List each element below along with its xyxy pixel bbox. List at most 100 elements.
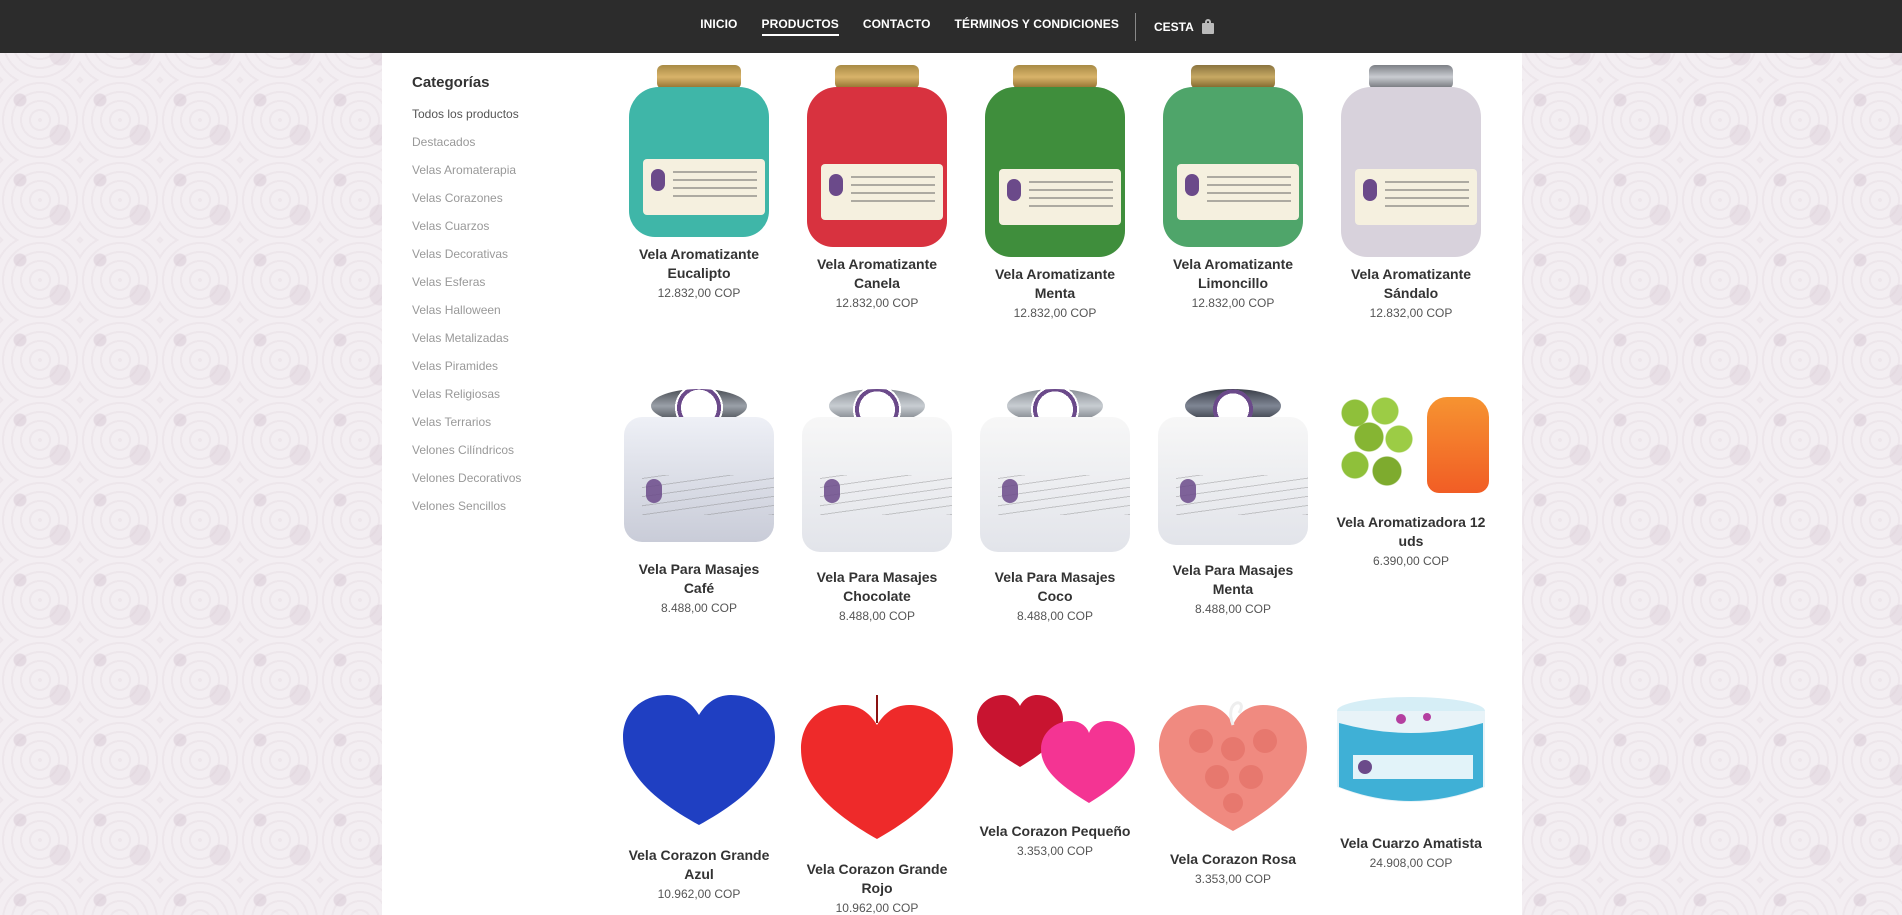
- category-item[interactable]: Velones Sencillos: [412, 497, 582, 525]
- nav-productos[interactable]: PRODUCTOS: [761, 17, 839, 36]
- product-color: [985, 87, 1125, 257]
- cuarzo-amatista-image: [1337, 697, 1485, 802]
- product-color: [807, 87, 947, 247]
- main-nav: INICIO PRODUCTOS CONTACTO TÉRMINOS Y CON…: [688, 0, 1214, 53]
- product-name[interactable]: Vela Corazon Grande Rojo: [788, 860, 966, 898]
- product-card[interactable]: Vela Para Masajes Café 8.488,00 COP: [610, 389, 788, 615]
- sidebar-title: Categorías: [412, 74, 490, 91]
- bag-icon: [1201, 19, 1214, 34]
- product-card[interactable]: Vela Para Masajes Coco 8.488,00 COP: [966, 389, 1144, 623]
- product-image[interactable]: [610, 389, 788, 542]
- product-price: 8.488,00 COP: [660, 601, 738, 615]
- content-panel: Categorías Todos los productos Destacado…: [382, 53, 1522, 915]
- product-card[interactable]: Vela Corazon Pequeño 3.353,00 COP: [966, 693, 1144, 858]
- product-price: 10.962,00 COP: [657, 887, 741, 901]
- product-name[interactable]: Vela Corazon Rosa: [1144, 850, 1322, 869]
- product-image[interactable]: [1144, 693, 1322, 838]
- product-name[interactable]: Vela Para Masajes Menta: [1144, 561, 1322, 599]
- product-color: [624, 417, 774, 542]
- product-image[interactable]: [1322, 693, 1500, 822]
- product-card[interactable]: Vela Aromatizante Menta 12.832,00 COP: [966, 65, 1144, 320]
- product-price: 6.390,00 COP: [1372, 554, 1450, 568]
- product-name[interactable]: Vela Para Masajes Café: [610, 560, 788, 598]
- product-card[interactable]: Vela Cuarzo Amatista 24.908,00 COP: [1322, 693, 1500, 870]
- product-price: 10.962,00 COP: [835, 901, 919, 915]
- product-name[interactable]: Vela Aromatizadora 12 uds: [1322, 513, 1500, 551]
- product-name[interactable]: Vela Aromatizante Eucalipto: [610, 245, 788, 283]
- product-name[interactable]: Vela Para Masajes Chocolate: [788, 568, 966, 606]
- product-name[interactable]: Vela Aromatizante Sándalo: [1322, 265, 1500, 303]
- product-color: [1163, 87, 1303, 247]
- product-card[interactable]: Vela Corazon Grande Rojo 10.962,00 COP: [788, 693, 966, 915]
- product-card[interactable]: Vela Aromatizante Sándalo 12.832,00 COP: [1322, 65, 1500, 320]
- product-card[interactable]: Vela Para Masajes Chocolate 8.488,00 COP: [788, 389, 966, 623]
- product-color: [802, 417, 952, 552]
- product-name[interactable]: Vela Para Masajes Coco: [966, 568, 1144, 606]
- product-image[interactable]: [788, 693, 966, 848]
- category-list: Todos los productos Destacados Velas Aro…: [412, 105, 582, 525]
- product-image[interactable]: [629, 65, 769, 237]
- product-name[interactable]: Vela Corazon Pequeño: [966, 822, 1144, 841]
- product-name[interactable]: Vela Corazon Grande Azul: [610, 846, 788, 884]
- product-name[interactable]: Vela Aromatizante Canela: [788, 255, 966, 293]
- category-item[interactable]: Velas Esferas: [412, 273, 582, 301]
- product-price: 12.832,00 COP: [657, 286, 741, 300]
- product-color: [980, 417, 1130, 552]
- product-color: [1158, 417, 1308, 545]
- heart-rose-image: [1159, 701, 1307, 831]
- product-price: 12.832,00 COP: [1191, 296, 1275, 310]
- product-image[interactable]: [966, 693, 1144, 810]
- product-name[interactable]: Vela Aromatizante Menta: [966, 265, 1144, 303]
- product-image[interactable]: [1341, 65, 1481, 257]
- product-price: 12.832,00 COP: [835, 296, 919, 310]
- product-price: 8.488,00 COP: [838, 609, 916, 623]
- nav-inicio[interactable]: INICIO: [700, 17, 737, 36]
- top-navbar: INICIO PRODUCTOS CONTACTO TÉRMINOS Y CON…: [0, 0, 1902, 53]
- nav-contacto[interactable]: CONTACTO: [863, 17, 931, 36]
- product-image[interactable]: [1144, 389, 1322, 545]
- category-item[interactable]: Todos los productos: [412, 105, 582, 133]
- nav-terminos[interactable]: TÉRMINOS Y CONDICIONES: [955, 17, 1119, 36]
- category-item[interactable]: Velones Decorativos: [412, 469, 582, 497]
- category-item[interactable]: Velas Aromaterapia: [412, 161, 582, 189]
- heart-blue-image: [623, 695, 775, 825]
- category-item[interactable]: Velas Religiosas: [412, 385, 582, 413]
- cart-button[interactable]: CESTA: [1154, 19, 1214, 34]
- category-item[interactable]: Velas Cuarzos: [412, 217, 582, 245]
- category-item[interactable]: Velones Cilíndricos: [412, 441, 582, 469]
- product-price: 3.353,00 COP: [1016, 844, 1094, 858]
- heart-small-image: [977, 695, 1135, 803]
- category-item[interactable]: Velas Metalizadas: [412, 329, 582, 357]
- nav-divider: [1135, 12, 1136, 41]
- product-card[interactable]: Vela Corazon Grande Azul 10.962,00 COP: [610, 693, 788, 901]
- category-item[interactable]: Velas Terrarios: [412, 413, 582, 441]
- category-item[interactable]: Velas Decorativas: [412, 245, 582, 273]
- product-card[interactable]: Vela Corazon Rosa 3.353,00 COP: [1144, 693, 1322, 886]
- product-name[interactable]: Vela Cuarzo Amatista: [1322, 834, 1500, 853]
- product-image[interactable]: [610, 693, 788, 834]
- product-image[interactable]: [1331, 389, 1491, 501]
- product-image[interactable]: [788, 389, 966, 552]
- product-image[interactable]: [985, 65, 1125, 257]
- product-image[interactable]: [1163, 65, 1303, 247]
- category-item[interactable]: Velas Piramides: [412, 357, 582, 385]
- product-price: 12.832,00 COP: [1013, 306, 1097, 320]
- category-item[interactable]: Destacados: [412, 133, 582, 161]
- product-image[interactable]: [966, 389, 1144, 552]
- category-item[interactable]: Velas Corazones: [412, 189, 582, 217]
- product-price: 3.353,00 COP: [1194, 872, 1272, 886]
- product-name[interactable]: Vela Aromatizante Limoncillo: [1144, 255, 1322, 293]
- cart-label: CESTA: [1154, 19, 1194, 34]
- product-color: [1341, 87, 1481, 257]
- product-card[interactable]: Vela Aromatizante Limoncillo 12.832,00 C…: [1144, 65, 1322, 310]
- product-image[interactable]: [807, 65, 947, 247]
- product-price: 24.908,00 COP: [1369, 856, 1453, 870]
- product-card[interactable]: Vela Aromatizante Eucalipto 12.832,00 CO…: [610, 65, 788, 300]
- product-color: [629, 87, 769, 237]
- category-item[interactable]: Velas Halloween: [412, 301, 582, 329]
- product-card[interactable]: Vela Aromatizadora 12 uds 6.390,00 COP: [1322, 389, 1500, 568]
- product-card[interactable]: Vela Aromatizante Canela 12.832,00 COP: [788, 65, 966, 310]
- product-card[interactable]: Vela Para Masajes Menta 8.488,00 COP: [1144, 389, 1322, 616]
- category-sidebar: Categorías Todos los productos Destacado…: [412, 74, 582, 525]
- orange-bag: [1427, 397, 1489, 493]
